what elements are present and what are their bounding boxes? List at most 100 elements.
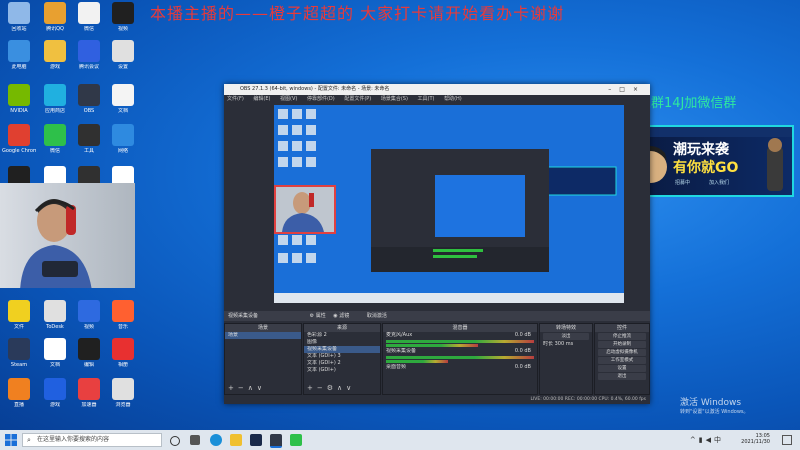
source-item[interactable]: 文本 (GDI+) 2: [304, 360, 380, 367]
desktop-icon-label: 浏览器: [115, 402, 131, 408]
system-tray[interactable]: ^▮◀中: [690, 435, 724, 445]
obs-preview[interactable]: [274, 105, 624, 303]
maximize-icon[interactable]: □: [619, 86, 633, 93]
desktop-icon-label: 腾讯会议: [78, 64, 99, 70]
desktop-icon[interactable]: OBS: [72, 84, 106, 114]
scene-item[interactable]: 场景: [225, 332, 301, 339]
clock-date: 2021/11/30: [741, 439, 770, 445]
virtual-camera-button[interactable]: 启动虚拟摄像机: [598, 349, 646, 356]
desktop-icon[interactable]: Steam: [2, 338, 36, 368]
desktop-icon[interactable]: 视频: [72, 300, 106, 330]
obs-taskbar-icon[interactable]: [270, 434, 282, 448]
desktop-icon[interactable]: ToDesk: [38, 300, 72, 330]
preview-webcam: [274, 185, 336, 234]
desktop-icon-label: Google Chrome: [2, 148, 36, 154]
mixer-meter[interactable]: [386, 360, 448, 363]
desktop-icon[interactable]: 游戏: [38, 40, 72, 70]
volume-icon: ◀: [705, 436, 714, 444]
obs-titlebar[interactable]: OBS 27.1.3 (64-bit, windows) - 配置文件: 未命名…: [224, 84, 650, 95]
menu-profile[interactable]: 配置文件(P): [344, 96, 371, 102]
activate-title: 激活 Windows: [680, 398, 742, 408]
start-recording-button[interactable]: 开始录制: [598, 341, 646, 348]
promo-banner: 潮玩来袭 有你就GO 招募中 加入我们: [627, 125, 794, 197]
desktop-icon[interactable]: 游戏: [38, 378, 72, 408]
source-toolbar: 视频采集设备 ⚙ 属性 ◉ 滤镜 取消激活: [224, 311, 650, 321]
window-controls[interactable]: –□×: [608, 84, 646, 95]
obs-window[interactable]: OBS 27.1.3 (64-bit, windows) - 配置文件: 未命名…: [224, 84, 650, 404]
filter-icon[interactable]: ◉: [333, 313, 337, 319]
cortana-icon[interactable]: [170, 436, 180, 446]
minimize-icon[interactable]: –: [608, 86, 619, 93]
mixer-meter[interactable]: [386, 356, 534, 359]
desktop-icon-label: 工具: [83, 148, 94, 154]
desktop-icon[interactable]: 文档: [106, 84, 140, 114]
source-controls[interactable]: +−⚙∧∨: [307, 384, 355, 392]
gear-icon[interactable]: ⚙: [310, 313, 314, 319]
scene-controls[interactable]: +−∧∨: [228, 384, 266, 392]
settings-button[interactable]: 设置: [598, 365, 646, 372]
desktop-icon[interactable]: 腾讯QQ: [38, 2, 72, 32]
desktop-icon-label: 此电脑: [11, 64, 27, 70]
stop-streaming-button[interactable]: 停止推流: [598, 333, 646, 340]
file-explorer-icon[interactable]: [230, 434, 242, 446]
menu-docks[interactable]: 停靠部件(D): [307, 96, 335, 102]
app-icon: [78, 378, 100, 400]
menu-scene-collection[interactable]: 场景集合(S): [381, 96, 408, 102]
properties-button[interactable]: 属性: [316, 313, 326, 319]
steam-icon[interactable]: [250, 434, 262, 446]
desktop-icon[interactable]: 微信: [38, 124, 72, 154]
menu-view[interactable]: 视图(V): [280, 96, 297, 102]
source-item[interactable]: 色彩源 2: [304, 332, 380, 339]
clock[interactable]: 13:05 2021/11/30: [741, 433, 770, 445]
source-item[interactable]: 文本 (GDI+): [304, 367, 380, 374]
desktop-icon[interactable]: 加速器: [72, 378, 106, 408]
transition-select[interactable]: 淡出: [543, 333, 589, 340]
desktop-icon[interactable]: 编辑: [72, 338, 106, 368]
exit-button[interactable]: 退出: [598, 373, 646, 380]
source-item[interactable]: 视频采集设备: [304, 346, 380, 353]
studio-mode-button[interactable]: 工作室模式: [598, 357, 646, 364]
mixer-meter[interactable]: [386, 340, 534, 343]
desktop-icon-label: 设置: [117, 64, 128, 70]
menu-tools[interactable]: 工具(T): [418, 96, 435, 102]
mixer-meter[interactable]: [386, 344, 479, 347]
desktop-icon[interactable]: Google Chrome: [2, 124, 36, 154]
desktop-icon[interactable]: 相册: [106, 338, 140, 368]
menu-help[interactable]: 帮助(H): [444, 96, 462, 102]
desktop-icon[interactable]: 工具: [72, 124, 106, 154]
desktop-icon[interactable]: 设置: [106, 40, 140, 70]
preview-nested-obs: [371, 149, 549, 272]
desktop-icon[interactable]: 应用商店: [38, 84, 72, 114]
taskbar: ⌕ 在这里输入你要搜索的内容 ^▮◀中 13:05 2021/11/30: [0, 430, 800, 450]
desktop-icon[interactable]: 直播: [2, 378, 36, 408]
menu-file[interactable]: 文件(F): [227, 96, 244, 102]
filters-button[interactable]: 滤镜: [339, 313, 349, 319]
transition-duration[interactable]: 时长 300 ms: [540, 341, 592, 348]
desktop-icon[interactable]: 回收站: [2, 2, 36, 32]
desktop-icon[interactable]: 微信: [72, 2, 106, 32]
notification-icon[interactable]: [782, 435, 792, 445]
preview-nested-desktop: [435, 175, 525, 237]
app-icon: [44, 84, 66, 106]
desktop-icon[interactable]: 文档: [38, 338, 72, 368]
desktop-icon[interactable]: 视频: [106, 2, 140, 32]
wechat-taskbar-icon[interactable]: [290, 434, 302, 446]
source-item[interactable]: 图像: [304, 339, 380, 346]
edge-icon[interactable]: [210, 434, 222, 446]
task-view-icon[interactable]: [190, 435, 200, 445]
source-item[interactable]: 文本 (GDI+) 3: [304, 353, 380, 360]
desktop-icon[interactable]: 音乐: [106, 300, 140, 330]
desktop-icon[interactable]: 浏览器: [106, 378, 140, 408]
desktop-icon[interactable]: NVIDIA: [2, 84, 36, 114]
close-icon[interactable]: ×: [633, 86, 646, 93]
windows-start-icon[interactable]: [5, 434, 17, 446]
desktop-icon[interactable]: 此电脑: [2, 40, 36, 70]
deactivate-button[interactable]: 取消激活: [367, 313, 387, 319]
taskbar-search-input[interactable]: ⌕ 在这里输入你要搜索的内容: [22, 433, 162, 447]
desktop-icon-label: Steam: [10, 362, 28, 368]
desktop-icon[interactable]: 文件: [2, 300, 36, 330]
desktop-icon[interactable]: 腾讯会议: [72, 40, 106, 70]
desktop-icon[interactable]: 网络: [106, 124, 140, 154]
controls-dock: 控件 停止推流 开始录制 启动虚拟摄像机 工作室模式 设置 退出: [594, 323, 650, 395]
menu-edit[interactable]: 编辑(E): [253, 96, 270, 102]
